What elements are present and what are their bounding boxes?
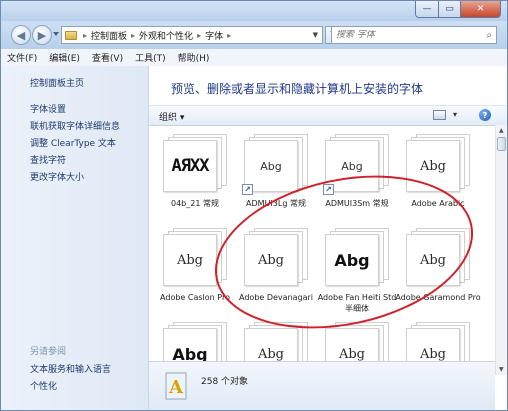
breadcrumb-fonts[interactable]: 字体 [205, 29, 223, 42]
scroll-thumb[interactable] [497, 137, 506, 151]
close-button[interactable]: ✕ [461, 1, 501, 18]
breadcrumb-control-panel[interactable]: 控制面板 [91, 29, 127, 42]
font-preview-text: Abg [341, 159, 363, 173]
address-dropdown-icon[interactable]: ▼ [313, 31, 318, 39]
menu-bar: 文件(F) 编辑(E) 查看(V) 工具(T) 帮助(H) [1, 49, 507, 67]
chevron-right-icon[interactable]: ▸ [227, 31, 231, 40]
search-input[interactable] [336, 30, 476, 40]
font-tile[interactable]: Abg [163, 228, 227, 286]
font-preview-page: Abg [406, 234, 460, 286]
font-name-label[interactable]: 04b_21 常规 [152, 198, 238, 209]
font-folder-icon: A [165, 372, 187, 400]
vertical-scrollbar[interactable]: ▲ ▼ [495, 125, 507, 375]
navigation-bar: ◀ ▶ ▸ 控制面板 ▸ 外观和个性化 ▸ 字体 ▸ ▼ ↻ ⌕ [1, 21, 507, 49]
font-name-label[interactable]: Adobe Arabic [395, 198, 481, 209]
title-bar: — ▭ ✕ [1, 1, 507, 21]
control-panel-home-link[interactable]: 控制面板主页 [30, 76, 84, 89]
folder-icon [65, 30, 77, 40]
font-preview-page: AЯXX [163, 140, 217, 192]
command-bar: 组织 ▾ ▾ ? [149, 105, 507, 126]
view-dropdown-icon[interactable]: ▾ [453, 110, 457, 119]
back-button[interactable]: ◀ [11, 25, 31, 45]
minimize-button[interactable]: — [415, 1, 439, 18]
window-controls: — ▭ ✕ [415, 1, 501, 18]
explorer-window: — ▭ ✕ ◀ ▶ ▸ 控制面板 ▸ 外观和个性化 ▸ 字体 ▸ ▼ ↻ ⌕ 文… [0, 0, 508, 411]
menu-edit[interactable]: 编辑(E) [43, 51, 86, 64]
shortcut-arrow-icon: ↗ [323, 184, 334, 195]
font-tile[interactable]: Abg [406, 134, 470, 192]
maximize-button[interactable]: ▭ [439, 1, 461, 18]
see-also-heading: 另请参阅 [30, 347, 67, 357]
font-preview-text: Abg [176, 252, 204, 268]
font-name-label[interactable]: Adobe Fan Heiti Std 半细体 [314, 292, 400, 314]
font-preview-text: Abg [257, 252, 285, 268]
font-preview-page: Abg [325, 234, 379, 286]
shortcut-arrow-icon: ↗ [242, 184, 253, 195]
personalization-link[interactable]: 个性化 [30, 379, 57, 392]
address-bar[interactable]: ▸ 控制面板 ▸ 外观和个性化 ▸ 字体 ▸ ▼ [61, 26, 323, 44]
forward-button[interactable]: ▶ [32, 25, 52, 45]
scroll-down-icon[interactable]: ▼ [499, 366, 504, 373]
font-preview-text: Abg [419, 158, 447, 174]
font-tile[interactable]: Abg [244, 228, 308, 286]
chevron-right-icon[interactable]: ▸ [131, 31, 135, 40]
item-count: 258 个对象 [201, 377, 249, 387]
change-font-size-link[interactable]: 更改字体大小 [30, 170, 84, 183]
menu-file[interactable]: 文件(F) [1, 51, 43, 64]
recent-pages-dropdown-icon[interactable] [53, 32, 59, 36]
font-name-label[interactable]: Adobe Devanagari [233, 292, 319, 303]
search-box[interactable]: ⌕ [331, 26, 497, 44]
font-preview-text: Abg [419, 252, 447, 268]
font-preview-text: Abg [260, 159, 282, 173]
cleartype-link[interactable]: 调整 ClearType 文本 [30, 136, 116, 149]
font-preview-text: Abg [338, 346, 366, 362]
menu-help[interactable]: 帮助(H) [172, 51, 216, 64]
svg-text:A: A [168, 377, 184, 398]
font-tile[interactable]: Abg [406, 228, 470, 286]
font-tile[interactable]: Abg ↗ [323, 134, 389, 195]
search-icon[interactable]: ⌕ [486, 30, 492, 41]
content-pane: 预览、删除或者显示和隐藏计算机上安装的字体 组织 ▾ ▾ ? AЯXX 04b_2… [149, 66, 507, 410]
menu-tools[interactable]: 工具(T) [129, 51, 172, 64]
font-name-label[interactable]: ADMUI3Sm 常规 [314, 198, 400, 209]
organize-button[interactable]: 组织 ▾ [159, 110, 184, 123]
font-preview-page: Abg [406, 140, 460, 192]
font-preview-text: AЯXX [171, 156, 210, 176]
font-preview-text: Abg [419, 346, 447, 362]
font-tile[interactable]: Abg ↗ [242, 134, 308, 195]
font-preview-text: Abg [257, 346, 285, 362]
menu-view[interactable]: 查看(V) [86, 51, 129, 64]
font-settings-link[interactable]: 字体设置 [30, 102, 66, 115]
font-name-label[interactable]: Adobe Garamond Pro [395, 292, 481, 303]
help-icon[interactable]: ? [479, 109, 491, 121]
details-pane: A 258 个对象 [149, 361, 495, 410]
page-title: 预览、删除或者显示和隐藏计算机上安装的字体 [171, 82, 424, 96]
font-preview-text: Abg [334, 250, 370, 270]
chevron-right-icon[interactable]: ▸ [197, 31, 201, 40]
font-preview-page: Abg [163, 234, 217, 286]
task-pane: 控制面板主页 字体设置 联机获取字体详细信息 调整 ClearType 文本 查… [1, 66, 149, 410]
font-name-label[interactable]: Adobe Caslon Pro [152, 292, 238, 303]
font-tile[interactable]: Abg [325, 228, 389, 286]
find-character-link[interactable]: 查找字符 [30, 153, 66, 166]
scroll-up-icon[interactable]: ▲ [499, 127, 504, 134]
font-name-label[interactable]: ADMUI3Lg 常规 [233, 198, 319, 209]
breadcrumb-appearance[interactable]: 外观和个性化 [139, 29, 193, 42]
online-font-info-link[interactable]: 联机获取字体详细信息 [30, 119, 120, 132]
chevron-right-icon[interactable]: ▸ [83, 31, 87, 40]
font-tile[interactable]: AЯXX [163, 134, 227, 192]
view-mode-icon[interactable] [433, 110, 446, 120]
font-preview-page: Abg [244, 234, 298, 286]
text-services-link[interactable]: 文本服务和输入语言 [30, 362, 111, 375]
